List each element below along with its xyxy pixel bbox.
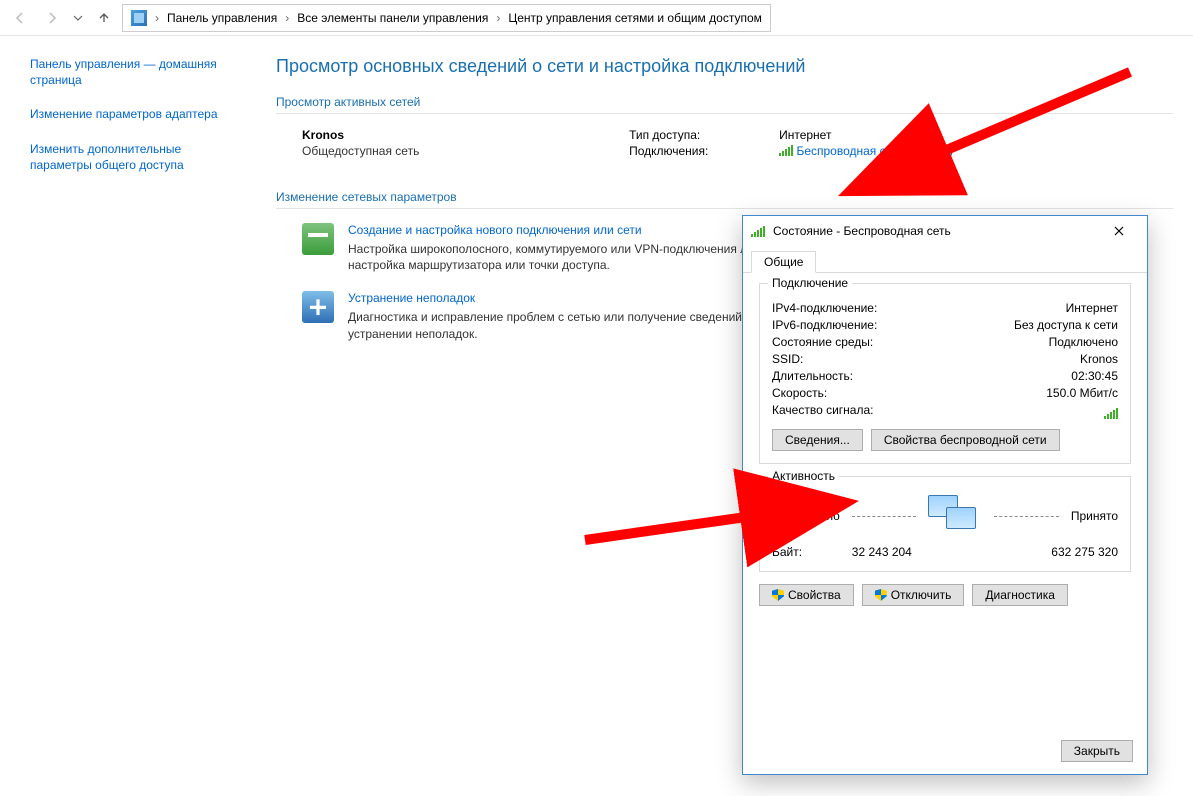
duration-label: Длительность:	[772, 369, 853, 383]
signal-icon	[779, 144, 793, 156]
network-category: Общедоступная сеть	[302, 144, 419, 158]
ipv4-value: Интернет	[1066, 301, 1118, 315]
divider	[276, 113, 1173, 114]
sidebar: Панель управления — домашняя страница Из…	[0, 36, 250, 360]
task-description: Диагностика и исправление проблем с сеть…	[348, 309, 778, 341]
network-name: Kronos	[302, 128, 419, 142]
sidebar-link-home[interactable]: Панель управления — домашняя страница	[30, 56, 234, 88]
group-activity: Активность Отправлено Принято Байт: 32 2…	[759, 476, 1131, 572]
chevron-right-icon: ›	[283, 11, 291, 25]
sent-label: Отправлено	[772, 509, 840, 523]
close-button[interactable]	[1099, 217, 1139, 245]
address-field[interactable]: › Панель управления › Все элементы панел…	[122, 4, 771, 32]
activity-divider	[994, 516, 1059, 517]
group-legend: Подключение	[768, 276, 852, 290]
media-state-value: Подключено	[1049, 335, 1118, 349]
access-type-value: Интернет	[779, 128, 831, 142]
new-connection-icon	[302, 223, 334, 255]
access-type-label: Тип доступа:	[629, 128, 739, 142]
received-label: Принято	[1071, 509, 1118, 523]
shield-icon	[875, 589, 887, 601]
activity-divider	[852, 516, 917, 517]
section-change-settings: Изменение сетевых параметров	[276, 190, 1173, 204]
speed-label: Скорость:	[772, 386, 827, 400]
page-title: Просмотр основных сведений о сети и наст…	[276, 56, 1173, 77]
speed-value: 150.0 Мбит/с	[1046, 386, 1118, 400]
dialog-title: Состояние - Беспроводная сеть	[773, 224, 951, 238]
ipv6-value: Без доступа к сети	[1014, 318, 1118, 332]
nav-recent-button[interactable]	[70, 4, 86, 32]
troubleshoot-icon	[302, 291, 334, 323]
breadcrumb-item[interactable]: Панель управления	[167, 11, 277, 25]
control-panel-icon	[131, 10, 147, 26]
signal-quality-label: Качество сигнала:	[772, 403, 873, 421]
group-legend: Активность	[768, 469, 839, 483]
sidebar-link-advanced-sharing[interactable]: Изменить дополнительные параметры общего…	[30, 141, 234, 173]
breadcrumb-item[interactable]: Центр управления сетями и общим доступом	[508, 11, 762, 25]
bytes-label: Байт:	[772, 545, 802, 559]
media-state-label: Состояние среды:	[772, 335, 873, 349]
chevron-right-icon: ›	[494, 11, 502, 25]
close-dialog-button[interactable]: Закрыть	[1061, 740, 1133, 762]
wireless-properties-button[interactable]: Свойства беспроводной сети	[871, 429, 1060, 451]
tab-general[interactable]: Общие	[751, 251, 816, 273]
nav-back-button[interactable]	[6, 4, 34, 32]
properties-button[interactable]: Свойства	[759, 584, 854, 606]
chevron-right-icon: ›	[153, 11, 161, 25]
ssid-value: Kronos	[1080, 352, 1118, 366]
bytes-sent-value: 32 243 204	[852, 545, 912, 559]
details-button[interactable]: Сведения...	[772, 429, 863, 451]
breadcrumb-item[interactable]: Все элементы панели управления	[297, 11, 488, 25]
ipv4-label: IPv4-подключение:	[772, 301, 877, 315]
sidebar-link-adapter-settings[interactable]: Изменение параметров адаптера	[30, 106, 234, 122]
dialog-titlebar[interactable]: Состояние - Беспроводная сеть	[743, 216, 1147, 246]
dialog-tabs: Общие	[743, 246, 1147, 273]
diagnose-button[interactable]: Диагностика	[972, 584, 1068, 606]
group-connection: Подключение IPv4-подключение:Интернет IP…	[759, 283, 1131, 464]
duration-value: 02:30:45	[1071, 369, 1118, 383]
nav-forward-button[interactable]	[38, 4, 66, 32]
ipv6-label: IPv6-подключение:	[772, 318, 877, 332]
activity-icon	[928, 495, 982, 537]
divider	[276, 208, 1173, 209]
task-title[interactable]: Создание и настройка нового подключения …	[348, 223, 778, 237]
task-title[interactable]: Устранение неполадок	[348, 291, 778, 305]
ssid-label: SSID:	[772, 352, 803, 366]
disable-button[interactable]: Отключить	[862, 584, 965, 606]
connections-label: Подключения:	[629, 144, 739, 158]
section-active-networks: Просмотр активных сетей	[276, 95, 1173, 109]
wifi-status-dialog: Состояние - Беспроводная сеть Общие Подк…	[742, 215, 1148, 775]
connection-link[interactable]: Беспроводная сеть (Kronos)	[796, 144, 953, 158]
signal-icon	[1104, 403, 1118, 419]
shield-icon	[772, 589, 784, 601]
bytes-received-value: 632 275 320	[1051, 545, 1118, 559]
signal-icon	[751, 225, 765, 237]
address-bar: › Панель управления › Все элементы панел…	[0, 0, 1193, 36]
nav-up-button[interactable]	[90, 4, 118, 32]
task-description: Настройка широкополосного, коммутируемог…	[348, 241, 778, 273]
